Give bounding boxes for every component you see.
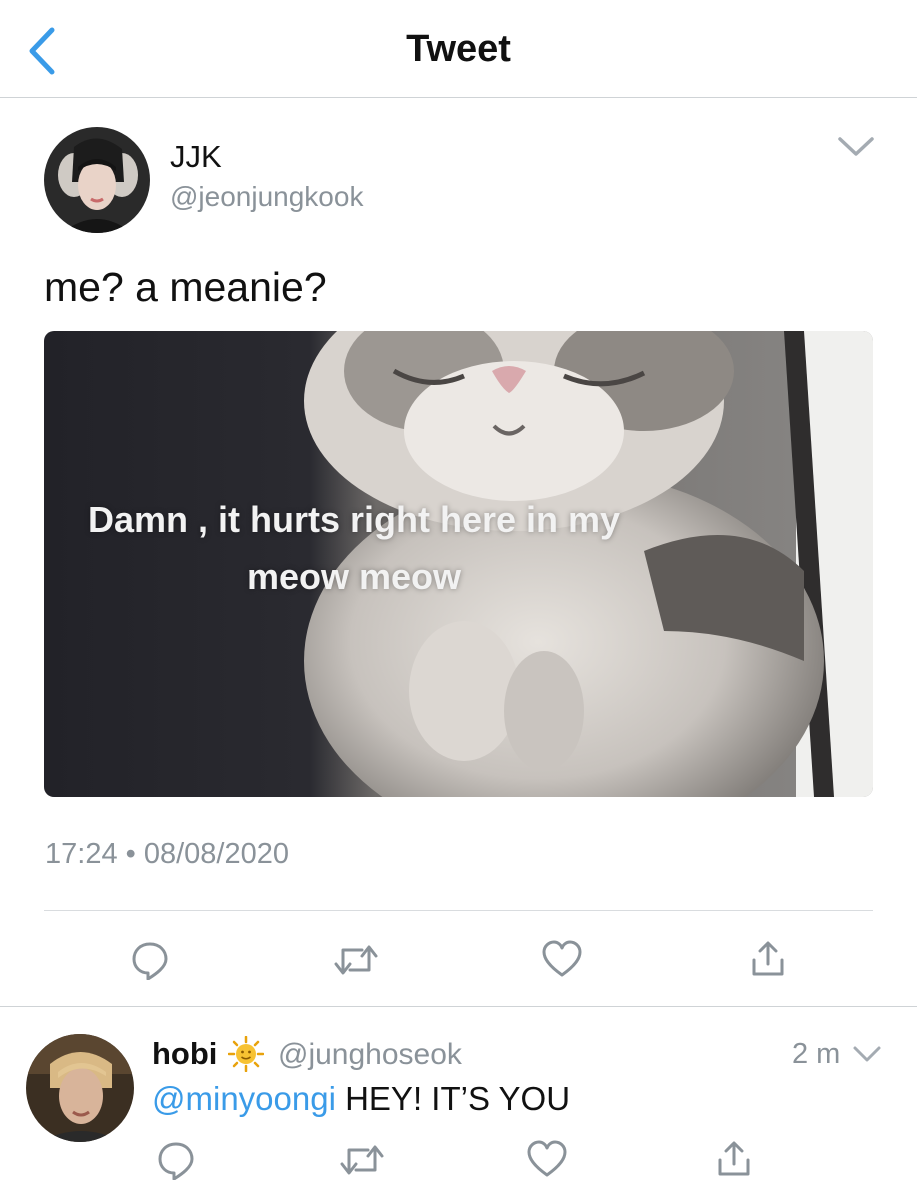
page-title: Tweet: [406, 28, 511, 70]
reply-author-name[interactable]: hobi: [152, 1036, 217, 1072]
author-name[interactable]: JJK: [170, 139, 222, 175]
like-icon[interactable]: [527, 1140, 567, 1178]
chevron-down-icon[interactable]: [852, 1044, 882, 1064]
nav-bar: Tweet: [0, 0, 917, 98]
reply-icon[interactable]: [156, 1140, 196, 1180]
reply-author-handle[interactable]: @junghoseok: [278, 1038, 462, 1072]
like-icon[interactable]: [542, 940, 582, 978]
section-divider: [0, 1006, 917, 1007]
retweet-icon[interactable]: [334, 942, 378, 978]
tweet-media[interactable]: Damn , it hurts right here in my meow me…: [44, 331, 873, 797]
author-handle[interactable]: @jeonjungkook: [170, 181, 363, 213]
reply-avatar-image: [26, 1034, 134, 1142]
reply-icon[interactable]: [130, 940, 170, 980]
tweet-timestamp: 17:24 • 08/08/2020: [45, 838, 289, 870]
avatar[interactable]: [44, 127, 150, 233]
retweet-icon[interactable]: [340, 1142, 384, 1178]
share-icon[interactable]: [750, 940, 786, 978]
avatar-image: [44, 127, 150, 233]
media-caption: Damn , it hurts right here in my meow me…: [87, 499, 621, 597]
reply-body: HEY! IT’S YOU: [335, 1080, 571, 1117]
chevron-down-icon[interactable]: [836, 134, 876, 160]
share-icon[interactable]: [716, 1140, 752, 1178]
reply-avatar[interactable]: [26, 1034, 134, 1142]
mention-link[interactable]: @minyoongi: [152, 1080, 336, 1117]
reply-time: 2 m: [792, 1038, 841, 1070]
divider: [44, 910, 873, 911]
tweet-text: me? a meanie?: [44, 264, 327, 310]
reply-text: @minyoongi HEY! IT’S YOU: [152, 1080, 570, 1118]
sun-face-icon: [228, 1036, 264, 1072]
